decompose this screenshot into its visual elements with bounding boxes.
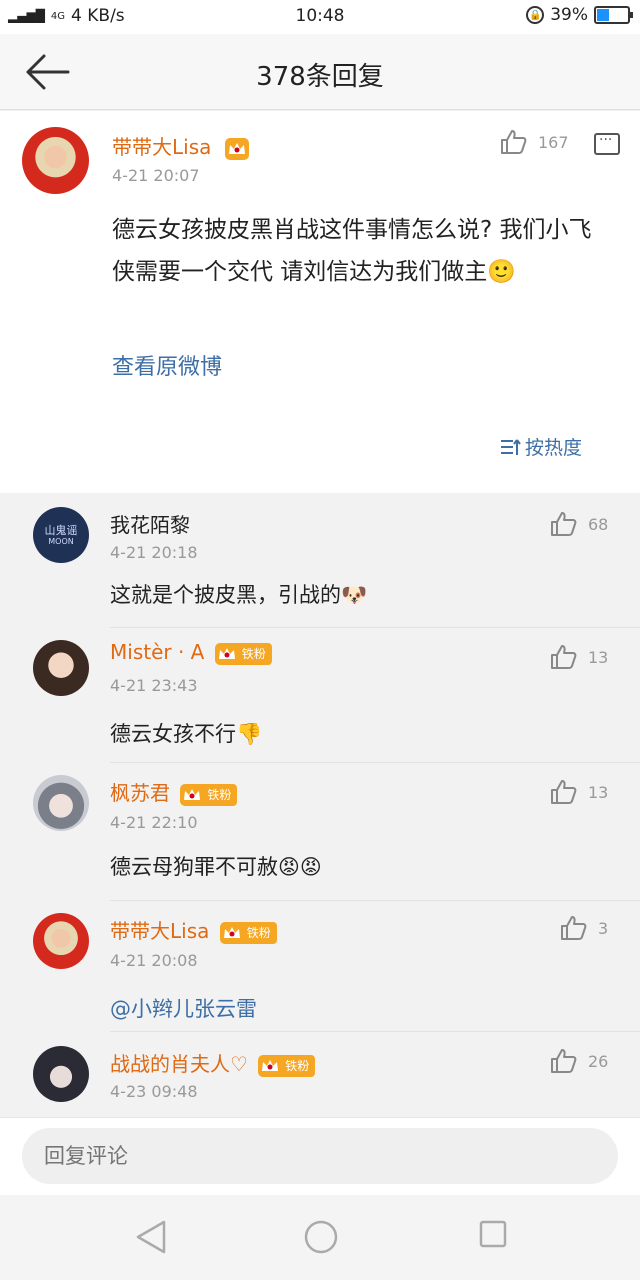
like-button[interactable]: 13 xyxy=(550,644,608,670)
avatar-text: 山鬼谣 xyxy=(44,523,78,537)
sort-by-hot-button[interactable]: 按热度 xyxy=(499,433,582,460)
like-count: 3 xyxy=(598,918,609,938)
circle-home-icon xyxy=(304,1220,338,1254)
fan-badge: 铁粉 xyxy=(258,1054,316,1077)
username-text: 战战的肖夫人♡ xyxy=(110,1052,248,1076)
main-post-username[interactable]: 带带大Lisa xyxy=(112,131,250,161)
battery-icon xyxy=(594,6,633,24)
avatar[interactable]: 山鬼谣 MOON xyxy=(33,507,89,563)
comment-username[interactable]: 我花陌黎 xyxy=(110,509,190,538)
rotation-lock-icon: 🔒 xyxy=(526,6,545,24)
comment-username[interactable]: 枫苏君 铁粉 xyxy=(110,777,238,806)
badge-label: 铁粉 xyxy=(241,647,266,661)
system-nav-bar xyxy=(0,1195,640,1280)
list-item: Mistèr · A 铁粉 4-21 23:43 13 德云女孩不行👎 xyxy=(0,628,640,763)
comment-time: 4-21 23:43 xyxy=(110,676,198,695)
nav-home-button[interactable] xyxy=(303,1219,339,1259)
username-text: 枫苏君 xyxy=(110,781,170,805)
main-post: 带带大Lisa 4-21 20:07 167 德云女孩披皮黑肖战这件事情怎么说?… xyxy=(0,111,640,493)
like-button[interactable]: 13 xyxy=(550,779,608,805)
battery-fill xyxy=(597,9,610,21)
comment-list: 山鬼谣 MOON 我花陌黎 4-21 20:18 68 这就是个披皮黑，引战的🐶… xyxy=(0,493,640,1117)
fan-badge: 铁粉 xyxy=(219,921,277,944)
avatar-subtext: MOON xyxy=(48,536,74,546)
square-recents-icon xyxy=(479,1220,507,1248)
crown-icon xyxy=(219,921,244,944)
list-item: 带带大Lisa 铁粉 4-21 20:08 3 @小辫儿张云雷 xyxy=(0,901,640,1032)
comment-time: 4-21 20:08 xyxy=(110,951,198,970)
comment-time: 4-21 22:10 xyxy=(110,813,198,832)
triangle-back-icon xyxy=(136,1220,166,1254)
top-bar: 378条回复 xyxy=(0,34,640,110)
view-original-link[interactable]: 查看原微博 xyxy=(112,349,222,381)
battery-percent: 39% xyxy=(550,5,588,25)
comment-username[interactable]: 战战的肖夫人♡ 铁粉 xyxy=(110,1048,316,1077)
list-item: 枫苏君 铁粉 4-21 22:10 13 德云母狗罪不可赦😡😡 xyxy=(0,763,640,901)
fan-badge: 铁粉 xyxy=(214,642,272,665)
status-right: 🔒 39% xyxy=(526,5,633,25)
like-count: 13 xyxy=(588,782,609,802)
status-bar: ▂▄▆█ 4G 4 KB/s 10:48 🔒 39% xyxy=(0,0,640,34)
nav-recents-button[interactable] xyxy=(478,1219,510,1255)
comment-time: 4-21 20:18 xyxy=(110,543,198,562)
username-text: 带带大Lisa xyxy=(110,919,210,943)
main-post-text: 德云女孩披皮黑肖战这件事情怎么说? 我们小飞侠需要一个交代 请刘信达为我们做主🙂 xyxy=(112,217,592,285)
thumbs-up-icon xyxy=(561,916,587,940)
thumbs-up-icon xyxy=(551,645,577,669)
main-post-time: 4-21 20:07 xyxy=(112,166,200,185)
like-count: 68 xyxy=(588,514,609,534)
badge-label: 铁粉 xyxy=(285,1059,310,1073)
thumbs-up-icon xyxy=(501,130,527,154)
list-item: 山鬼谣 MOON 我花陌黎 4-21 20:18 68 这就是个披皮黑，引战的🐶 xyxy=(0,493,640,628)
username-text: 带带大Lisa xyxy=(112,135,212,159)
fan-badge: 铁粉 xyxy=(180,783,238,806)
sort-label: 按热度 xyxy=(524,437,582,459)
avatar[interactable] xyxy=(22,127,89,194)
crown-icon xyxy=(214,642,239,665)
reply-bar xyxy=(0,1117,640,1195)
like-button[interactable]: 167 xyxy=(500,129,569,155)
comment-text: 德云母狗罪不可赦😡😡 xyxy=(110,855,322,879)
crown-icon xyxy=(258,1054,283,1077)
comment-text: 德云女孩不行👎 xyxy=(110,722,263,746)
mention-link[interactable]: @小辫儿张云雷 xyxy=(110,993,257,1023)
comment-icon[interactable] xyxy=(594,132,620,155)
comment-username[interactable]: 带带大Lisa 铁粉 xyxy=(110,915,277,944)
crown-icon xyxy=(224,137,249,160)
thumbs-up-icon xyxy=(551,780,577,804)
like-count: 26 xyxy=(588,1051,609,1071)
like-button[interactable]: 26 xyxy=(550,1048,608,1074)
like-button[interactable]: 68 xyxy=(550,511,608,537)
sort-icon xyxy=(500,438,521,455)
avatar[interactable] xyxy=(33,775,89,831)
list-item: 战战的肖夫人♡ 铁粉 4-23 09:48 26 xyxy=(0,1032,640,1117)
avatar[interactable] xyxy=(33,1046,89,1102)
thumbs-up-icon xyxy=(551,512,577,536)
page-title: 378条回复 xyxy=(256,62,384,92)
comment-time: 4-23 09:48 xyxy=(110,1082,198,1101)
username-text: Mistèr · A xyxy=(110,640,205,664)
like-count: 167 xyxy=(538,132,569,152)
avatar[interactable] xyxy=(33,640,89,696)
nav-back-button[interactable] xyxy=(134,1219,168,1259)
badge-label: 铁粉 xyxy=(246,926,271,940)
like-button[interactable]: 3 xyxy=(560,915,608,941)
like-count: 13 xyxy=(588,647,609,667)
reply-input[interactable] xyxy=(22,1128,618,1184)
badge-label: 铁粉 xyxy=(207,788,232,802)
crown-icon xyxy=(180,783,205,806)
avatar[interactable] xyxy=(33,913,89,969)
comment-text: 这就是个披皮黑，引战的🐶 xyxy=(110,583,368,607)
comment-username[interactable]: Mistèr · A 铁粉 xyxy=(110,640,272,665)
thumbs-up-icon xyxy=(551,1049,577,1073)
